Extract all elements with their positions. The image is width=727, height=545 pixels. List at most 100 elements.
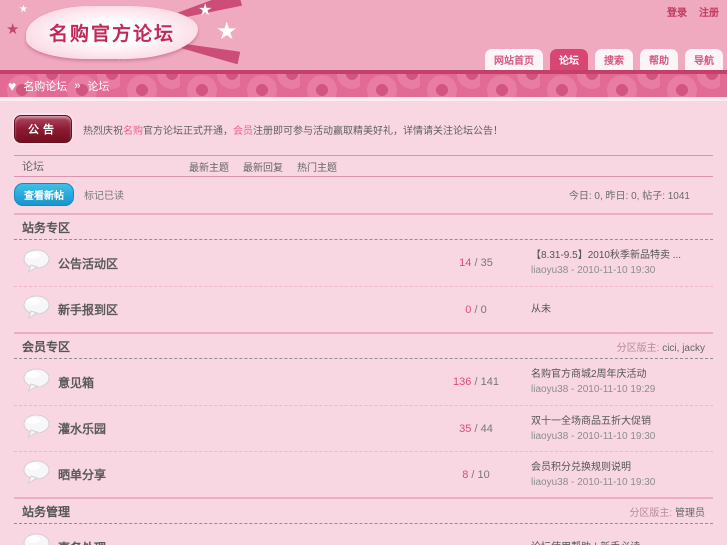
notice-bar: 公告 热烈庆祝名购官方论坛正式开通，会员注册即可参与活动赢取精美好礼，详情请关注… (14, 115, 713, 143)
last-post-info: liaoyu38 - 2010-11-10 19:30 (531, 476, 656, 488)
forum-stats: 今日: 0, 昨日: 0, 帖子: 1041 (568, 190, 690, 202)
topic-count: 14 (459, 257, 472, 269)
board-head-link-hot-topics[interactable]: 热门主题 (297, 159, 337, 174)
forum-category: 会员专区 分区版主: cici, jacky 意见箱 136 / 141 名购官… (14, 332, 713, 497)
post-count: 44 (480, 422, 493, 435)
speech-bubble-icon (22, 533, 58, 545)
nav-tabs: 网站首页 论坛 搜索 帮助 导航 (485, 49, 723, 70)
moderator-names-link[interactable]: 管理员 (675, 508, 705, 519)
nav-tab-search[interactable]: 搜索 (595, 49, 633, 70)
last-post-cell: 双十一全场商品五折大促销 liaoyu38 - 2010-11-10 19:30 (531, 414, 713, 444)
forum-link[interactable]: 晒单分享 (58, 466, 421, 483)
topic-count: 35 (459, 422, 472, 435)
forum-row: 事务处理 论坛使用帮助-|-新手必读 (14, 524, 713, 545)
count-separator: / (474, 257, 478, 269)
forum-topic-post-counts: 35 / 44 (421, 423, 531, 435)
post-count: 0 (480, 303, 487, 316)
header: 登录 注册 ★ ★ ★ ★ ★ ★ ★ 名购官方论坛 网站首页 论坛 搜索 帮助… (0, 0, 727, 74)
board-toolbar: 查看新帖 标记已读 今日: 0, 昨日: 0, 帖子: 1041 (14, 182, 713, 206)
forum-row: 新手报到区 0 / 0 从未 (14, 286, 713, 332)
moderator-names-link[interactable]: cici, jacky (662, 343, 705, 354)
board-head-link-new-replies[interactable]: 最新回复 (243, 159, 283, 174)
last-post-cell: 名购官方商城2周年庆活动 liaoyu38 - 2010-11-10 19:29 (531, 367, 713, 397)
speech-bubble-icon (22, 249, 58, 278)
last-post-title-link[interactable]: 论坛使用帮助-|-新手必读 (531, 540, 713, 545)
category-title[interactable]: 站务专区 (22, 219, 70, 236)
announcement-text[interactable]: 热烈庆祝名购官方论坛正式开通，会员注册即可参与活动赢取精美好礼，详情请关注论坛公… (83, 122, 503, 137)
board-head-link-new-topics[interactable]: 最新主题 (189, 159, 229, 174)
announcement-segment: 热烈庆祝 (83, 125, 123, 137)
announcement-segment: 官方论坛正式开通， (143, 125, 233, 137)
view-new-posts-button[interactable]: 查看新帖 (14, 182, 74, 206)
category-header: 站务管理 分区版主: 管理员 (14, 499, 713, 524)
forum-category: 站务管理 分区版主: 管理员 事务处理 论坛使用帮助-|-新手必读 (14, 497, 713, 545)
category-header: 站务专区 (14, 215, 713, 240)
site-title: 名购官方论坛 (48, 24, 175, 45)
forum-link[interactable]: 意见箱 (58, 374, 421, 391)
logo-banner: 名购官方论坛 (26, 6, 198, 59)
last-post-info: liaoyu38 - 2010-11-10 19:30 (531, 265, 656, 276)
announcement-highlight: 名购 (123, 125, 143, 137)
breadcrumb: ♥ 名购论坛 » 论坛 (0, 74, 727, 97)
speech-bubble-icon (22, 414, 58, 443)
last-post-info: liaoyu38 - 2010-11-10 19:29 (531, 384, 656, 395)
login-link[interactable]: 登录 (667, 4, 687, 19)
star-icon: ★ (6, 21, 20, 38)
count-separator: / (471, 468, 475, 481)
breadcrumb-root[interactable]: 名购论坛 (23, 78, 67, 94)
last-post-title-link[interactable]: 名购官方商城2周年庆活动 (531, 367, 713, 382)
category-header: 会员专区 分区版主: cici, jacky (14, 334, 713, 359)
forum-row: 公告活动区 14 / 35 【8.31-9.5】2010秋季新品特卖 ... l… (14, 240, 713, 286)
announcement-button[interactable]: 公告 (14, 115, 72, 143)
forum-row: 晒单分享 8 / 10 会员积分兑换规则说明 liaoyu38 - 2010-1… (14, 451, 713, 497)
last-post-cell: 论坛使用帮助-|-新手必读 (531, 540, 713, 545)
forum-link[interactable]: 新手报到区 (58, 301, 421, 318)
last-post-title-link[interactable]: 会员积分兑换规则说明 (531, 460, 713, 475)
category-title[interactable]: 会员专区 (22, 338, 70, 355)
topic-count: 136 (453, 376, 472, 388)
last-post-cell: 会员积分兑换规则说明 liaoyu38 - 2010-11-10 19:30 (531, 460, 713, 490)
post-count: 35 (480, 257, 493, 269)
count-separator: / (474, 376, 478, 388)
site-logo[interactable]: ★ ★ ★ ★ ★ ★ ★ 名购官方论坛 (2, 0, 248, 74)
nav-tab-home[interactable]: 网站首页 (485, 49, 543, 70)
last-post-title-link[interactable]: 【8.31-9.5】2010秋季新品特卖 ... (531, 248, 713, 263)
category-title[interactable]: 站务管理 (22, 503, 70, 520)
nav-tab-forum[interactable]: 论坛 (550, 49, 588, 70)
heart-icon: ♥ (8, 77, 17, 94)
forum-category: 站务专区 公告活动区 14 / 35 【8.31-9.5】2010秋季新品特卖 … (14, 213, 713, 332)
forum-topic-post-counts: 136 / 141 (421, 376, 531, 388)
mark-read-link[interactable]: 标记已读 (84, 187, 124, 202)
category-moderators: 分区版主: cici, jacky (617, 339, 705, 354)
register-link[interactable]: 注册 (699, 4, 719, 19)
board-header-links: 最新主题 最新回复 热门主题 (189, 159, 337, 174)
star-icon: ★ (216, 18, 238, 45)
nav-tab-help[interactable]: 帮助 (640, 49, 678, 70)
forum-link[interactable]: 事务处理 (58, 539, 421, 545)
forum-topic-post-counts: 0 / 0 (421, 304, 531, 316)
forum-topic-post-counts: 14 / 35 (421, 257, 531, 269)
breadcrumb-current[interactable]: 论坛 (87, 78, 109, 94)
last-post-cell: 从未 (531, 302, 713, 317)
forum-link[interactable]: 灌水乐园 (58, 420, 421, 437)
moderator-label: 分区版主: (629, 507, 673, 519)
forum-topic-post-counts: 8 / 10 (421, 469, 531, 481)
post-count: 10 (477, 468, 490, 481)
board-header-label: 论坛 (22, 161, 44, 173)
count-separator: / (474, 422, 478, 435)
star-icon: ★ (19, 4, 28, 15)
moderator-label: 分区版主: (616, 342, 660, 354)
last-post-cell: 【8.31-9.5】2010秋季新品特卖 ... liaoyu38 - 2010… (531, 248, 713, 278)
speech-bubble-icon (22, 368, 58, 397)
breadcrumb-separator: » (74, 79, 81, 92)
forum-page: 登录 注册 ★ ★ ★ ★ ★ ★ ★ 名购官方论坛 网站首页 论坛 搜索 帮助… (0, 0, 727, 545)
forum-row: 灌水乐园 35 / 44 双十一全场商品五折大促销 liaoyu38 - 201… (14, 405, 713, 451)
nav-tab-sitemap[interactable]: 导航 (685, 49, 723, 70)
last-post-never: 从未 (531, 304, 551, 315)
topic-count: 8 (462, 468, 469, 481)
announcement-segment: 注册即可参与活动赢取精美好礼，详情请关注论坛公告！ (253, 125, 503, 137)
speech-bubble-icon (22, 295, 58, 324)
forum-link[interactable]: 公告活动区 (58, 255, 421, 272)
last-post-info: liaoyu38 - 2010-11-10 19:30 (531, 430, 656, 442)
last-post-title-link[interactable]: 双十一全场商品五折大促销 (531, 414, 713, 429)
